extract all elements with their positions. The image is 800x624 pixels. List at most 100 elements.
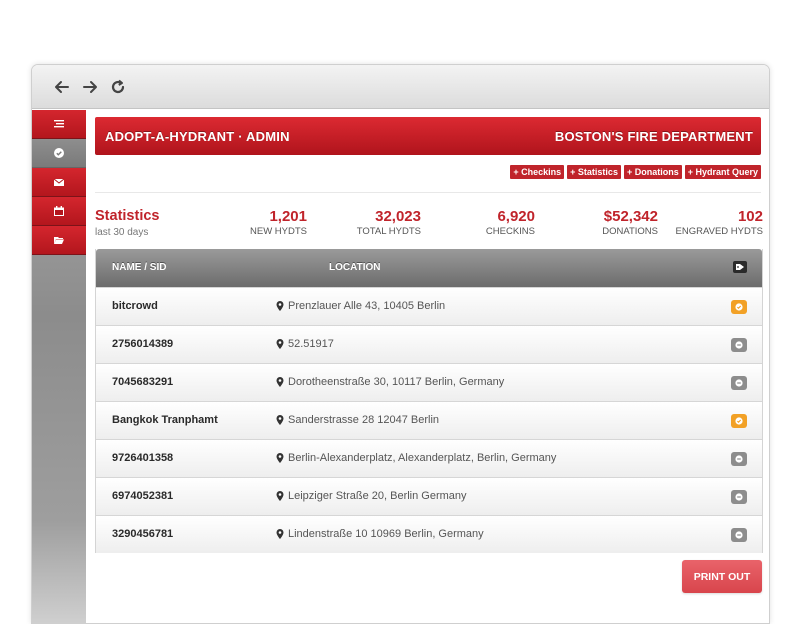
status-badge[interactable] <box>731 490 747 504</box>
stat-engraved-hydrants: 102 ENGRAVED HYDTS <box>676 208 763 238</box>
status-badge[interactable] <box>731 300 747 314</box>
map-pin-icon <box>276 491 284 501</box>
print-out-button[interactable]: PRINT OUT <box>682 560 762 593</box>
status-badge[interactable] <box>731 376 747 390</box>
table-row[interactable]: 3290456781 Lindenstraße 10 10969 Berlin, … <box>96 515 762 553</box>
sidebar <box>32 110 86 623</box>
status-badge[interactable] <box>731 338 747 352</box>
list-icon <box>54 120 64 128</box>
table-header: NAME / SID LOCATION <box>96 249 762 287</box>
hydrant-name: 2756014389 <box>112 338 174 350</box>
table-row[interactable]: 7045683291 Dorotheenstraße 30, 10117 Berl… <box>96 363 762 401</box>
map-pin-icon <box>276 377 284 387</box>
quick-links: + Checkins + Statistics + Donations + Hy… <box>510 165 761 179</box>
quick-link-checkins[interactable]: + Checkins <box>510 165 565 179</box>
map-pin-icon <box>276 339 284 349</box>
stat-new-hydrants: 1,201 NEW HYDTS <box>250 208 307 238</box>
hydrant-location: Dorotheenstraße 30, 10117 Berlin, German… <box>276 376 504 388</box>
minus-icon <box>735 341 743 349</box>
main-content: ADOPT-A-HYDRANT · ADMIN BOSTON'S FIRE DE… <box>86 110 769 623</box>
stat-value: 6,920 <box>497 208 535 225</box>
stat-label: TOTAL HYDTS <box>356 226 421 237</box>
forward-button[interactable] <box>77 74 103 100</box>
org-name: BOSTON'S FIRE DEPARTMENT <box>554 128 753 144</box>
hydrant-name: 3290456781 <box>112 528 174 540</box>
calendar-icon <box>54 206 64 216</box>
table-row[interactable]: bitcrowd Prenzlauer Alle 43, 10405 Berlin <box>96 287 762 325</box>
hydrant-location: Leipziger Straße 20, Berlin Germany <box>276 490 467 502</box>
status-badge[interactable] <box>731 452 747 466</box>
stat-value: $52,342 <box>603 208 658 225</box>
location-text: 52.51917 <box>288 338 334 350</box>
quick-link-donations[interactable]: + Donations <box>623 165 682 179</box>
hydrant-name: 9726401358 <box>112 452 174 464</box>
browser-window: ADOPT-A-HYDRANT · ADMIN BOSTON'S FIRE DE… <box>31 64 770 624</box>
hydrant-name: 6974052381 <box>112 490 174 502</box>
column-header-name[interactable]: NAME / SID <box>112 262 166 273</box>
table-row[interactable]: Bangkok Tranphamt Sanderstrasse 28 12047 … <box>96 401 762 439</box>
table-row[interactable]: 2756014389 52.51917 <box>96 325 762 363</box>
tag-icon[interactable] <box>733 261 747 273</box>
map-pin-icon <box>276 415 284 425</box>
status-badge[interactable] <box>731 528 747 542</box>
app-title: ADOPT-A-HYDRANT · ADMIN <box>105 128 290 144</box>
hydrant-location: Sanderstrasse 28 12047 Berlin <box>276 414 439 426</box>
minus-icon <box>735 531 743 539</box>
stat-label: ENGRAVED HYDTS <box>675 226 763 237</box>
app-header: ADOPT-A-HYDRANT · ADMIN BOSTON'S FIRE DE… <box>95 117 761 155</box>
location-text: Leipziger Straße 20, Berlin Germany <box>288 490 467 502</box>
statistics-panel: Statistics last 30 days 1,201 NEW HYDTS … <box>95 208 763 242</box>
sidebar-item-list[interactable] <box>32 110 86 139</box>
quick-link-hydrant-query[interactable]: + Hydrant Query <box>684 165 761 179</box>
hydrant-location: Berlin-Alexanderplatz, Alexanderplatz, B… <box>276 452 556 464</box>
location-text: Lindenstraße 10 10969 Berlin, Germany <box>288 528 484 540</box>
arrow-right-icon <box>83 80 97 93</box>
hydrant-name: Bangkok Tranphamt <box>112 414 218 426</box>
check-icon <box>735 417 743 425</box>
location-text: Berlin-Alexanderplatz, Alexanderplatz, B… <box>288 452 557 464</box>
check-circle-icon <box>54 148 64 158</box>
hydrant-location: 52.51917 <box>276 338 334 350</box>
column-header-location[interactable]: LOCATION <box>329 262 380 273</box>
hydrant-table: NAME / SID LOCATION bitcrowd Prenzlauer A… <box>95 249 763 553</box>
map-pin-icon <box>276 529 284 539</box>
hydrant-name: bitcrowd <box>112 300 158 312</box>
minus-icon <box>735 455 743 463</box>
location-text: Sanderstrasse 28 12047 Berlin <box>288 414 440 426</box>
back-button[interactable] <box>49 74 75 100</box>
stat-value: 1,201 <box>269 208 307 225</box>
check-icon <box>735 303 743 311</box>
map-pin-icon <box>276 301 284 311</box>
location-text: Dorotheenstraße 30, 10117 Berlin, German… <box>288 376 505 388</box>
stat-donations: $52,342 DONATIONS <box>602 208 658 238</box>
hydrant-location: Prenzlauer Alle 43, 10405 Berlin <box>276 300 445 312</box>
stat-value: 32,023 <box>375 208 421 225</box>
arrow-left-icon <box>55 80 69 93</box>
statistics-title: Statistics <box>95 208 160 224</box>
reload-icon <box>111 79 125 93</box>
browser-toolbar <box>32 65 769 109</box>
minus-icon <box>735 493 743 501</box>
reload-button[interactable] <box>105 74 131 100</box>
status-badge[interactable] <box>731 414 747 428</box>
hydrant-location: Lindenstraße 10 10969 Berlin, Germany <box>276 528 484 540</box>
minus-icon <box>735 379 743 387</box>
divider <box>95 192 761 193</box>
folder-open-icon <box>54 237 64 244</box>
stat-value: 102 <box>737 208 763 225</box>
statistics-subtitle: last 30 days <box>95 227 149 238</box>
location-text: Prenzlauer Alle 43, 10405 Berlin <box>288 300 446 312</box>
table-row[interactable]: 6974052381 Leipziger Straße 20, Berlin Ge… <box>96 477 762 515</box>
sidebar-item-messages[interactable] <box>32 168 86 197</box>
envelope-icon <box>54 178 64 186</box>
hydrant-name: 7045683291 <box>112 376 174 388</box>
stat-total-hydrants: 32,023 TOTAL HYDTS <box>357 208 421 238</box>
sidebar-item-checkins[interactable] <box>32 139 86 168</box>
quick-link-statistics[interactable]: + Statistics <box>567 165 621 179</box>
table-row[interactable]: 9726401358 Berlin-Alexanderplatz, Alexand… <box>96 439 762 477</box>
sidebar-item-calendar[interactable] <box>32 197 86 226</box>
stat-checkins: 6,920 CHECKINS <box>486 208 535 238</box>
map-pin-icon <box>276 453 284 463</box>
stat-label: DONATIONS <box>602 226 658 237</box>
sidebar-item-files[interactable] <box>32 226 86 255</box>
